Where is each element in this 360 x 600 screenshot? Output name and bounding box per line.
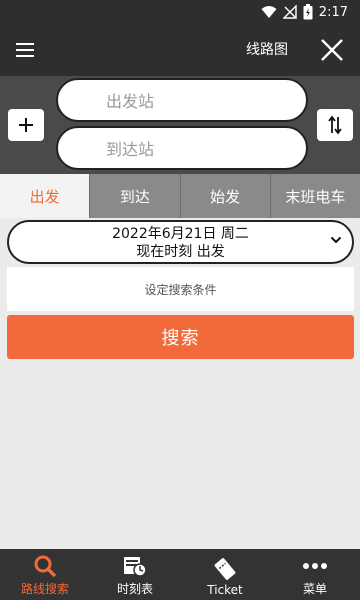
swap-stations-button[interactable] [317, 109, 353, 141]
battery-charging-icon [303, 4, 313, 20]
nav-label: 菜单 [302, 582, 327, 596]
tab-departure[interactable]: 出发 [0, 174, 90, 218]
nav-label: Ticket [207, 583, 243, 597]
nav-ticket[interactable]: Ticket [180, 549, 270, 600]
nav-route-search[interactable]: 路线搜索 [0, 549, 90, 600]
wifi-icon [261, 6, 277, 18]
close-icon[interactable] [318, 36, 346, 64]
search-mode-tabs: 出发 到达 始发 末班电车 [0, 174, 360, 218]
no-signal-icon [282, 5, 297, 19]
nav-label: 时刻表 [116, 582, 153, 596]
status-time: 2:17 [318, 4, 348, 20]
search-conditions-button[interactable]: 设定搜索条件 [7, 267, 354, 311]
nav-menu[interactable]: 菜单 [270, 549, 360, 600]
nav-label: 路线搜索 [20, 582, 69, 596]
datetime-date: 2022年6月21日 周二 [112, 226, 249, 242]
toolbar: 线路图 [0, 24, 360, 76]
more-icon [303, 563, 327, 569]
datetime-select[interactable]: 2022年6月21日 周二 现在时刻 出发 [7, 220, 354, 264]
ticket-icon [214, 558, 236, 580]
search-icon [34, 555, 57, 578]
tab-arrival[interactable]: 到达 [89, 174, 180, 218]
datetime-mode: 现在时刻 出发 [136, 244, 225, 260]
add-via-button[interactable] [8, 109, 44, 141]
nav-timetable[interactable]: 时刻表 [90, 549, 180, 600]
hamburger-menu-icon[interactable] [10, 38, 40, 62]
tab-last-train[interactable]: 末班电车 [269, 174, 360, 218]
status-bar: 2:17 [0, 0, 360, 24]
search-button[interactable]: 搜索 [7, 315, 354, 359]
tab-first-train[interactable]: 始发 [179, 174, 270, 218]
departure-station-input[interactable]: 出发站 [56, 78, 308, 122]
route-map-link[interactable]: 线路图 [246, 39, 288, 59]
arrival-station-input[interactable]: 到达站 [56, 126, 308, 170]
bottom-nav: 路线搜索 时刻表 Ticket 菜单 [0, 549, 360, 600]
timetable-icon [124, 557, 147, 577]
plus-icon [19, 118, 33, 132]
swap-icon [328, 115, 342, 135]
chevron-down-icon [330, 236, 342, 244]
station-panel: 出发站 到达站 [0, 76, 360, 174]
